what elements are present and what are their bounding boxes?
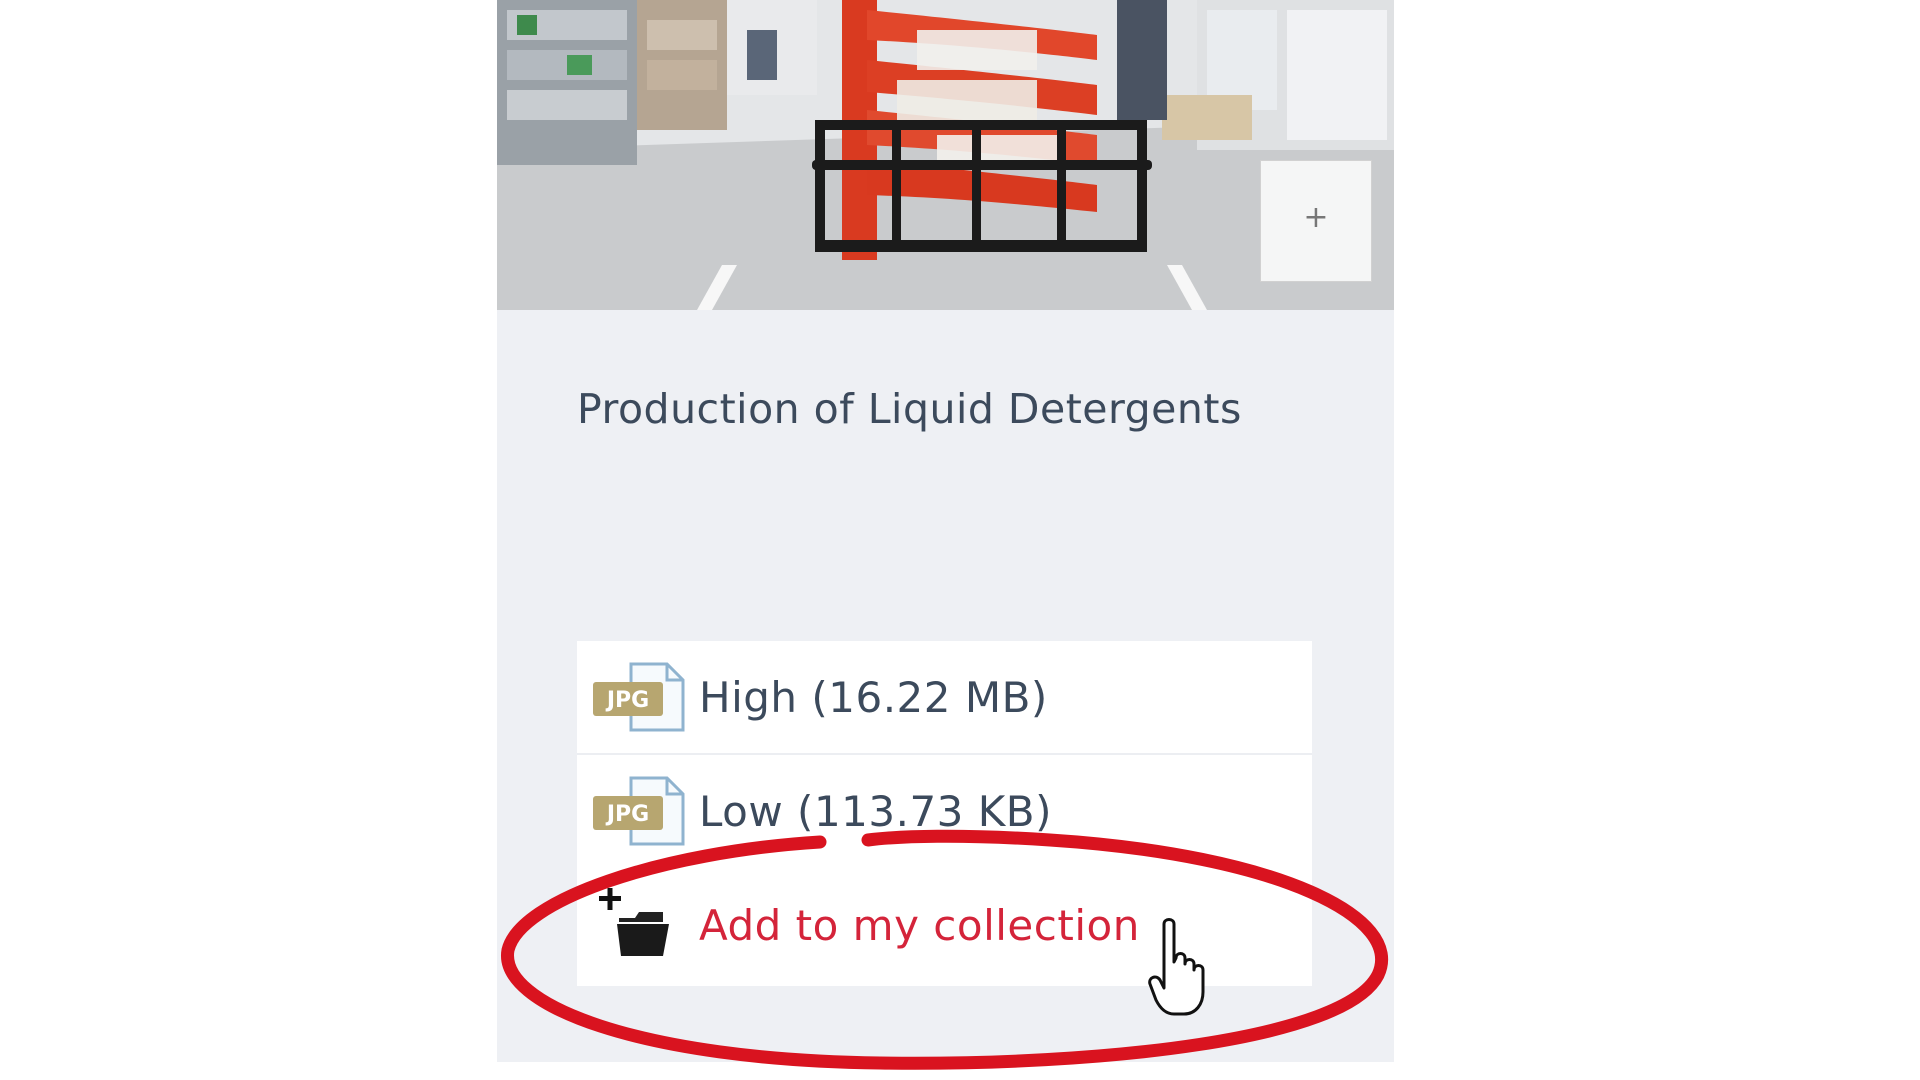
add-to-collection-link[interactable]: Add to my collection: [577, 869, 1312, 981]
download-high-link[interactable]: JPG High (16.22 MB): [577, 641, 1312, 755]
asset-title: Production of Liquid Detergents: [577, 385, 1242, 433]
asset-thumbnail[interactable]: +: [497, 0, 1394, 310]
download-options: JPG High (16.22 MB) JPG Low (113.73 KB): [577, 641, 1312, 986]
asset-card: + Production of Liquid Detergents JPG Hi…: [497, 0, 1394, 1062]
svg-text:JPG: JPG: [605, 688, 649, 713]
zoom-button[interactable]: +: [1260, 160, 1372, 282]
download-low-label: Low (113.73 KB): [699, 786, 1052, 836]
download-high-label: High (16.22 MB): [699, 672, 1048, 722]
add-folder-icon: [591, 888, 691, 962]
jpg-file-icon: JPG: [591, 660, 691, 734]
jpg-file-icon: JPG: [591, 774, 691, 848]
svg-text:JPG: JPG: [605, 802, 649, 827]
plus-icon: +: [1303, 200, 1329, 235]
add-to-collection-label: Add to my collection: [699, 900, 1140, 950]
download-low-link[interactable]: JPG Low (113.73 KB): [577, 755, 1312, 867]
